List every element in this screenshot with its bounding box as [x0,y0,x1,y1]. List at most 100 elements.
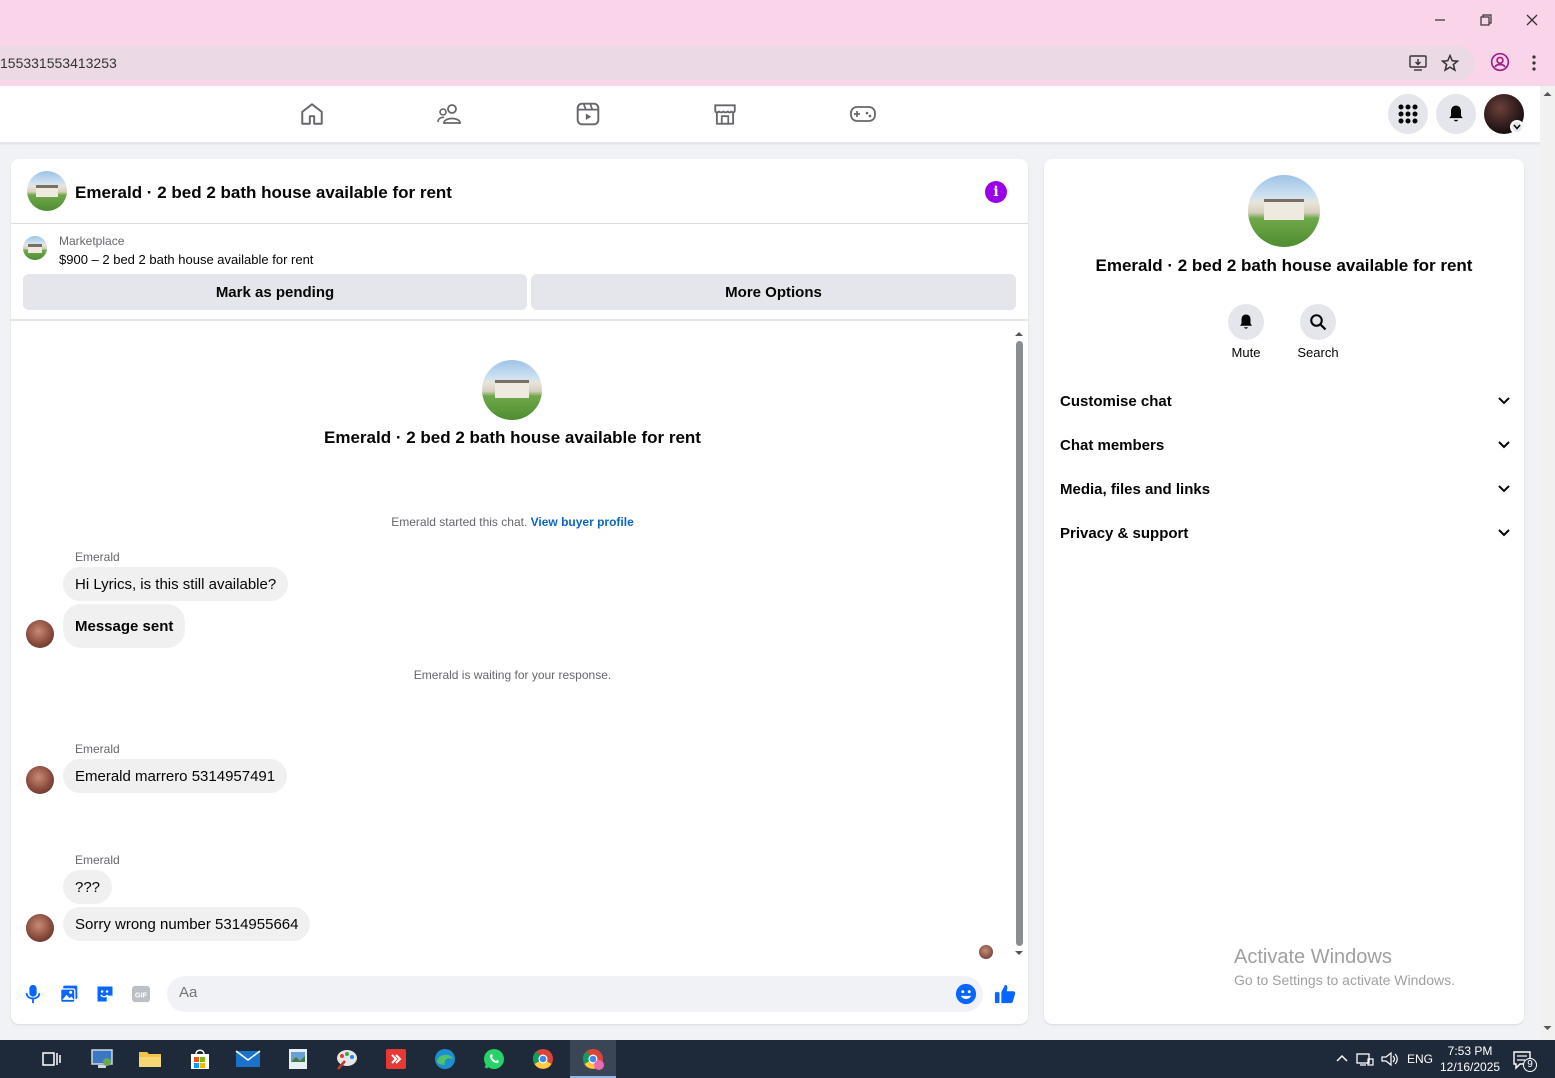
install-app-icon[interactable] [1408,53,1428,73]
profile-icon[interactable] [1490,52,1510,72]
scrollbar-thumb[interactable] [1016,341,1023,946]
sender-name: Emerald [75,742,120,756]
photos-app-icon[interactable] [284,1046,312,1072]
system-clock[interactable]: 7:53 PM 12/16/2025 [1440,1043,1500,1075]
message-sent-bubble[interactable]: Message sent [63,604,186,648]
listing-avatar[interactable] [27,171,67,211]
message-composer[interactable] [167,976,983,1012]
watermark-line2: Go to Settings to activate Windows. [1234,972,1455,988]
gif-icon[interactable]: GIF [129,982,153,1006]
computer-app-icon[interactable] [88,1046,116,1072]
emoji-icon[interactable] [955,983,977,1010]
message-input[interactable] [179,984,939,1001]
chrome-icon[interactable] [529,1046,557,1072]
address-bar[interactable]: 155331553413253 [0,46,1475,80]
divider [11,319,1028,321]
task-view-icon[interactable] [37,1046,65,1072]
watermark-line1: Activate Windows [1234,946,1392,968]
message-bubble[interactable]: Sorry wrong number 5314955664 [63,907,311,941]
messages-scrollbar[interactable] [1013,329,1025,959]
chat-panel: Emerald · 2 bed 2 bath house available f… [11,159,1028,1024]
notification-center-icon[interactable]: 9 [1512,1050,1537,1073]
anydesk-icon[interactable] [382,1046,410,1072]
browser-titlebar [0,0,1555,40]
chat-members-row[interactable]: Chat members [1060,427,1510,463]
sender-avatar[interactable] [26,766,54,794]
thumbs-up-icon[interactable] [993,982,1017,1006]
close-icon[interactable] [1520,8,1544,32]
more-options-button[interactable]: More Options [531,274,1016,310]
sender-avatar[interactable] [26,620,54,648]
info-icon[interactable]: i [985,181,1007,203]
section-label: Chat members [1060,436,1165,454]
menu-grid-icon[interactable] [1388,94,1428,134]
marketplace-label: Marketplace [59,234,125,248]
mute-button[interactable] [1228,304,1264,340]
edge-icon[interactable] [431,1046,459,1072]
conversation-info-panel: Emerald · 2 bed 2 bath house available f… [1044,159,1524,1024]
customise-chat-row[interactable]: Customise chat [1060,383,1510,419]
sender-name: Emerald [75,853,120,867]
mail-icon[interactable] [234,1046,262,1072]
chrome-profile-icon[interactable] [579,1046,607,1072]
gaming-icon[interactable] [849,100,877,128]
browser-menu-icon[interactable] [1524,52,1544,74]
volume-icon[interactable] [1381,1051,1399,1070]
language-indicator[interactable]: ENG [1407,1052,1433,1066]
file-explorer-icon[interactable] [136,1046,164,1072]
section-label: Media, files and links [1060,480,1211,498]
waiting-notice: Emerald is waiting for your response. [413,668,612,682]
network-icon[interactable] [1356,1051,1374,1070]
bookmark-star-icon[interactable] [1440,53,1460,73]
sender-name: Emerald [75,550,120,564]
activate-windows-watermark: Activate Windows Go to Settings to activ… [1234,946,1455,988]
sticker-icon[interactable] [93,982,117,1006]
section-label: Privacy & support [1060,524,1189,542]
clock-date: 12/16/2025 [1440,1060,1501,1074]
minimize-icon[interactable] [1428,8,1452,32]
chat-title[interactable]: Emerald · 2 bed 2 bath house available f… [75,183,452,203]
search-button[interactable] [1300,304,1336,340]
photo-icon[interactable] [57,982,81,1006]
restore-icon[interactable] [1474,8,1498,32]
view-buyer-profile-link[interactable]: View buyer profile [531,515,634,529]
listing-price-title[interactable]: $900 – 2 bed 2 bath house available for … [59,252,313,267]
chat-header: Emerald · 2 bed 2 bath house available f… [11,159,1028,224]
message-bubble[interactable]: Hi Lyrics, is this still available? [63,567,289,601]
chevron-down-icon [1498,397,1510,405]
mark-as-pending-button[interactable]: Mark as pending [23,274,527,310]
whatsapp-icon[interactable] [480,1046,508,1072]
message-bubble[interactable]: ??? [63,870,113,904]
listing-thumbnail[interactable] [23,236,47,260]
store-icon[interactable] [186,1046,214,1072]
chevron-down-icon[interactable] [1510,120,1524,134]
section-label: Customise chat [1060,392,1172,410]
page-scrollbar[interactable] [1540,86,1555,1040]
mute-label: Mute [1231,345,1261,360]
listing-photo[interactable] [1248,175,1320,247]
notifications-bell-icon[interactable] [1436,94,1476,134]
info-panel-title: Emerald · 2 bed 2 bath house available f… [1095,256,1473,275]
chevron-down-icon [1498,441,1510,449]
privacy-support-row[interactable]: Privacy & support [1060,515,1510,551]
facebook-top-nav [0,86,1540,143]
home-icon[interactable] [298,100,326,128]
video-icon[interactable] [574,100,602,128]
started-text: Emerald started this chat. [391,515,528,529]
url-text[interactable]: 155331553413253 [0,55,117,71]
address-row: 155331553413253 [0,40,1555,86]
tray-overflow-icon[interactable] [1335,1051,1349,1068]
chevron-down-icon [1498,529,1510,537]
marketplace-icon[interactable] [711,100,739,128]
sender-avatar[interactable] [26,914,54,942]
chevron-down-icon [1498,485,1510,493]
clock-time: 7:53 PM [1447,1044,1493,1058]
paint-app-icon[interactable] [333,1046,361,1072]
media-files-links-row[interactable]: Media, files and links [1060,471,1510,507]
microphone-icon[interactable] [21,982,45,1006]
svg-text:GIF: GIF [135,990,148,999]
friends-icon[interactable] [436,100,464,128]
chat-started-notice: Emerald started this chat. View buyer pr… [11,515,1014,529]
message-bubble[interactable]: Emerald marrero 5314957491 [63,759,288,793]
windows-taskbar: ENG 7:53 PM 12/16/2025 9 [0,1040,1555,1078]
